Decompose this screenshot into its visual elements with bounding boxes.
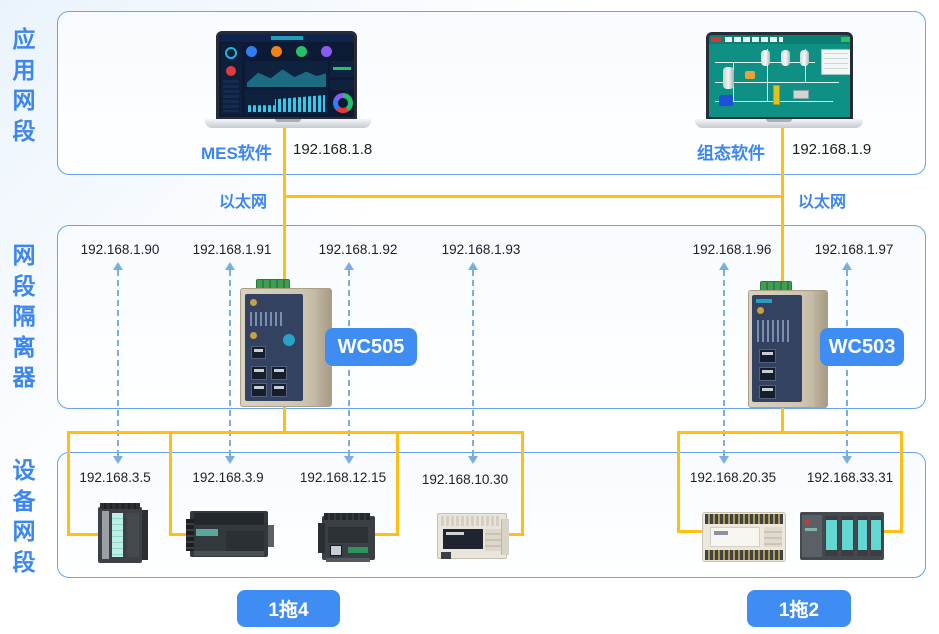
vessel-1 <box>761 50 770 66</box>
kpi-dot-green <box>296 46 307 57</box>
ratio-badge-right: 1拖2 <box>747 590 851 627</box>
gateway-front-panel <box>245 294 303 401</box>
ratio-badge-left: 1拖4 <box>237 590 340 627</box>
tank-box <box>793 90 809 99</box>
bus-drop-1 <box>67 431 70 536</box>
alarm-icon <box>226 66 236 76</box>
bus-drop-2 <box>169 431 172 536</box>
device-ip-5: 192.168.20.35 <box>690 470 776 485</box>
device-ip-6: 192.168.33.31 <box>807 470 893 485</box>
kpi-dot-purple <box>321 46 332 57</box>
bus-stub-3 <box>375 533 399 536</box>
gauge-icon <box>225 47 237 59</box>
bus-drop-3 <box>396 431 399 536</box>
kpi-dot-blue <box>246 46 257 57</box>
mes-laptop-screen <box>216 31 357 119</box>
column-vessel <box>723 67 734 89</box>
device-ip-4: 192.168.10.30 <box>422 472 508 487</box>
section-label-isolator: 网段隔离器 <box>10 240 38 393</box>
scada-software-label: 组态软件 <box>697 139 765 164</box>
wan-ip-2: 192.168.1.91 <box>193 242 272 257</box>
vessel-3 <box>800 50 809 66</box>
mes-laptop-base <box>205 119 371 128</box>
dashboard-title <box>271 36 303 40</box>
bus-drop-5 <box>677 431 680 533</box>
vessel-2 <box>781 50 790 66</box>
wan-ip-3: 192.168.1.92 <box>319 242 398 257</box>
mitsubishi-fx-plc-device <box>437 511 511 561</box>
gateway-wc503-device <box>748 281 830 408</box>
device-ip-3: 192.168.12.15 <box>300 470 386 485</box>
device-ip-1: 192.168.3.5 <box>79 470 150 485</box>
mitsubishi-q-plc-device <box>800 512 884 562</box>
section-label-device: 设备网段 <box>10 455 38 577</box>
bus-line-right <box>677 431 903 434</box>
siemens-plc-device <box>186 511 274 559</box>
delta-plc-device <box>702 510 788 564</box>
gateway-wc505-badge: WC505 <box>325 328 417 366</box>
network-topology-diagram: 应用网段 网段隔离器 设备网段 <box>0 0 939 634</box>
pump-icon <box>719 95 733 106</box>
kpi-dot-orange <box>271 46 282 57</box>
mes-software-label: MES软件 <box>201 139 272 164</box>
status-panel <box>330 61 356 77</box>
ethernet-label-right: 以太网 <box>798 188 846 212</box>
wan-ip-1: 192.168.1.90 <box>81 242 160 257</box>
bus-drop-6 <box>900 431 903 533</box>
gateway-wc505-device <box>240 279 334 407</box>
wan-ip-6: 192.168.1.97 <box>815 242 894 257</box>
ethernet-line-trunk <box>283 195 784 198</box>
valve-icon <box>745 71 755 79</box>
scada-run-button <box>841 37 852 42</box>
bus-stub-1 <box>67 533 99 536</box>
scada-buttons <box>725 37 783 42</box>
mes-ip: 192.168.1.8 <box>293 141 372 158</box>
bus-drop-4 <box>521 431 524 536</box>
gateway-front-panel <box>752 295 802 402</box>
section-label-application: 应用网段 <box>10 24 38 146</box>
status-panel-2 <box>330 80 356 90</box>
alarm-list <box>223 80 239 112</box>
siemens-module-device <box>98 503 148 563</box>
gateway-wc503-badge: WC503 <box>820 328 904 366</box>
scada-laptop-base <box>695 119 863 128</box>
area-chart <box>245 61 328 87</box>
scada-laptop-screen <box>706 32 853 119</box>
wan-ip-5: 192.168.1.96 <box>693 242 772 257</box>
scada-ip: 192.168.1.9 <box>792 141 871 158</box>
trend-panel <box>821 49 851 75</box>
bar-chart <box>245 90 328 114</box>
wan-ip-4: 192.168.1.93 <box>442 242 521 257</box>
bus-stub-5 <box>677 530 705 533</box>
ethernet-label-left: 以太网 <box>219 188 267 212</box>
device-ip-2: 192.168.3.9 <box>192 470 263 485</box>
bus-line-left <box>67 431 524 434</box>
compact-plc-device <box>318 513 378 563</box>
yellow-column <box>773 85 780 105</box>
scada-logo <box>711 37 721 42</box>
donut-chart <box>333 93 353 113</box>
